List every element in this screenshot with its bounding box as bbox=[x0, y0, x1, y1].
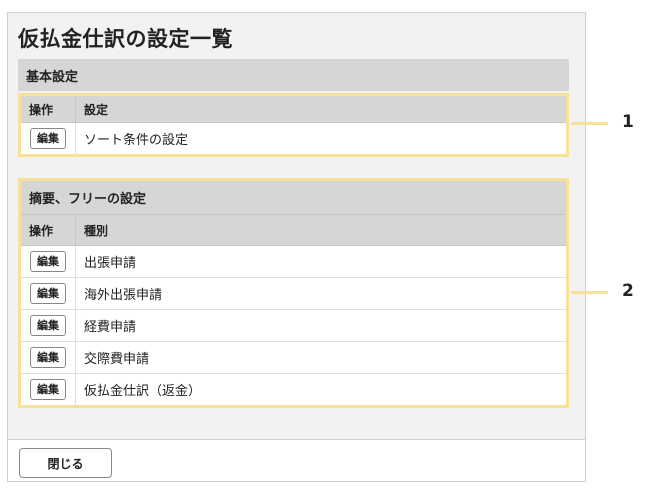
callout-number-2: 2 bbox=[622, 281, 634, 301]
callout-line-1 bbox=[571, 122, 608, 125]
summary-settings-table: 摘要、フリーの設定 操作 種別 編集 出張申請 編集 海外出張申請 編集 経費申… bbox=[18, 178, 569, 408]
table-row: 編集 交際費申請 bbox=[21, 342, 566, 374]
basic-section-header: 基本設定 bbox=[18, 59, 569, 91]
close-button[interactable]: 閉じる bbox=[19, 448, 112, 478]
edit-button[interactable]: 編集 bbox=[30, 347, 66, 368]
row-label: 経費申請 bbox=[84, 320, 137, 335]
row-label: ソート条件の設定 bbox=[84, 133, 189, 148]
basic-section-title: 基本設定 bbox=[26, 69, 79, 85]
summary-section-header: 摘要、フリーの設定 bbox=[21, 181, 566, 214]
edit-button[interactable]: 編集 bbox=[30, 379, 66, 400]
edit-button[interactable]: 編集 bbox=[30, 128, 66, 149]
setting-column-header: 設定 bbox=[84, 102, 109, 117]
summary-section-title: 摘要、フリーの設定 bbox=[29, 192, 147, 207]
op-column-header: 操作 bbox=[29, 102, 54, 117]
edit-button[interactable]: 編集 bbox=[30, 251, 66, 272]
table-header-row: 操作 種別 bbox=[21, 214, 566, 246]
callout-line-2 bbox=[571, 291, 608, 294]
table-row: 編集 ソート条件の設定 bbox=[21, 123, 566, 154]
row-label: 交際費申請 bbox=[84, 352, 150, 367]
table-header-row: 操作 設定 bbox=[21, 96, 566, 123]
row-label: 出張申請 bbox=[84, 256, 137, 271]
table-row: 編集 出張申請 bbox=[21, 246, 566, 278]
table-row: 編集 海外出張申請 bbox=[21, 278, 566, 310]
settings-panel: 仮払金仕訳の設定一覧 基本設定 操作 設定 編集 ソート条件の設定 摘要、フリー… bbox=[7, 12, 586, 482]
table-row: 編集 経費申請 bbox=[21, 310, 566, 342]
op-column-header: 操作 bbox=[29, 223, 54, 238]
table-row: 編集 仮払金仕訳（返金） bbox=[21, 374, 566, 405]
type-column-header: 種別 bbox=[84, 223, 109, 238]
basic-settings-table: 操作 設定 編集 ソート条件の設定 bbox=[18, 93, 569, 157]
edit-button[interactable]: 編集 bbox=[30, 283, 66, 304]
row-label: 仮払金仕訳（返金） bbox=[84, 384, 202, 399]
panel-footer: 閉じる bbox=[8, 439, 585, 481]
edit-button[interactable]: 編集 bbox=[30, 315, 66, 336]
page-title: 仮払金仕訳の設定一覧 bbox=[18, 27, 233, 51]
row-label: 海外出張申請 bbox=[84, 288, 163, 303]
callout-number-1: 1 bbox=[622, 112, 634, 132]
